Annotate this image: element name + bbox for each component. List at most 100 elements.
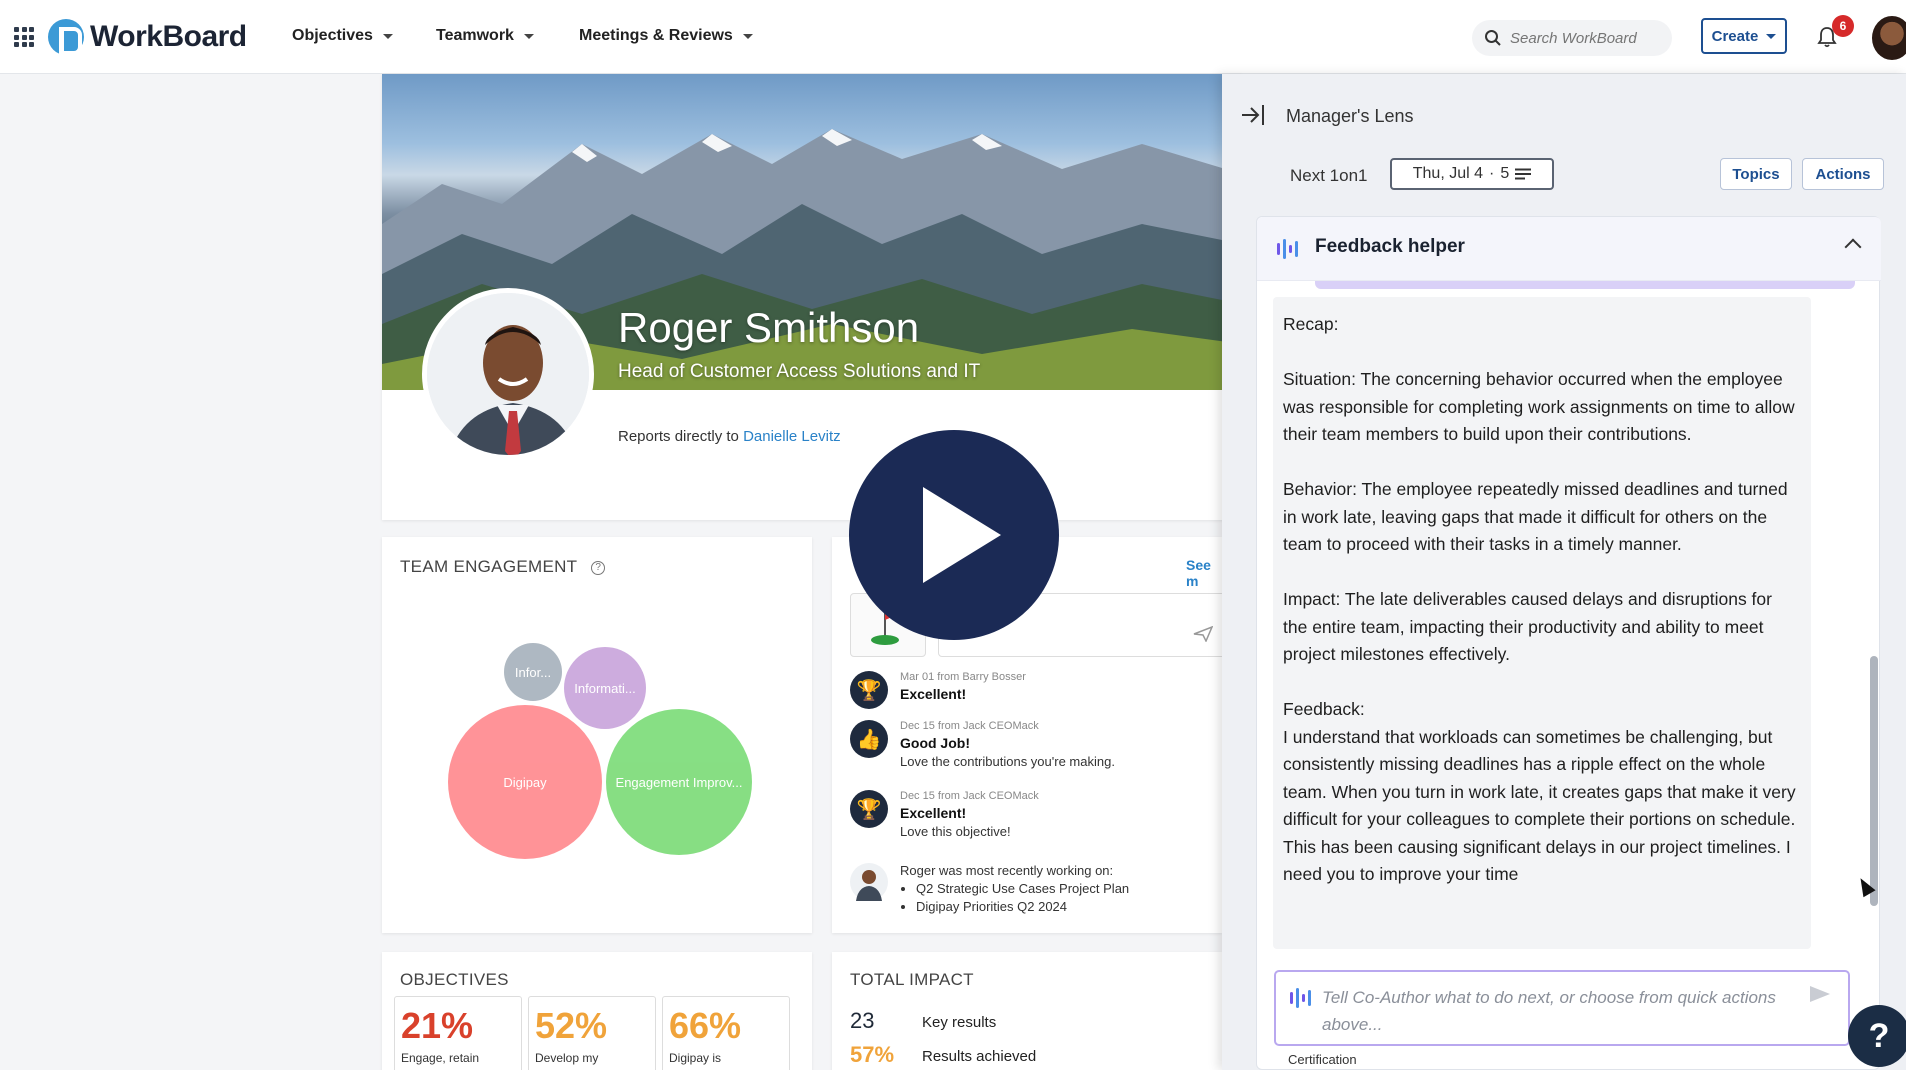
divider bbox=[1315, 281, 1855, 289]
engagement-bubble-label: Infor... bbox=[514, 664, 552, 680]
nav-objectives[interactable]: Objectives bbox=[292, 27, 393, 45]
engagement-bubble[interactable]: Informati... bbox=[564, 647, 646, 729]
manager-link[interactable]: Danielle Levitz bbox=[743, 428, 841, 445]
play-button[interactable] bbox=[849, 430, 1059, 640]
chevron-down-icon bbox=[1766, 33, 1777, 39]
impact-label: Key results bbox=[922, 1014, 997, 1031]
search-icon bbox=[1485, 30, 1501, 46]
impact-value: 23 bbox=[850, 1008, 875, 1033]
chevron-down-icon bbox=[382, 33, 393, 39]
feed-item[interactable]: 🏆 Mar 01 from Barry Bosser Excellent! bbox=[850, 671, 1026, 709]
trophy-icon: 🏆 bbox=[850, 671, 888, 709]
working-on-list: Q2 Strategic Use Cases Project Plan Digi… bbox=[900, 881, 1129, 914]
feed-meta: Mar 01 from Barry Bosser bbox=[900, 671, 1026, 683]
engagement-bubble[interactable]: Engagement Improv... bbox=[606, 709, 752, 855]
team-engagement-title: TEAM ENGAGEMENT? bbox=[400, 557, 606, 577]
impact-label: Results achieved bbox=[922, 1048, 1037, 1065]
feed-body: Love the contributions you're making. bbox=[900, 754, 1115, 769]
objective-tile[interactable]: 52% Develop my bbox=[528, 996, 656, 1070]
engagement-bubble[interactable]: Digipay bbox=[448, 705, 602, 859]
feed-item[interactable]: 🏆 Dec 15 from Jack CEOMack Excellent! Lo… bbox=[850, 790, 1039, 839]
create-button[interactable]: Create bbox=[1701, 18, 1787, 54]
help-circle-icon[interactable]: ? bbox=[591, 561, 606, 575]
team-engagement-title-text: TEAM ENGAGEMENT bbox=[400, 557, 578, 576]
co-author-icon bbox=[1290, 988, 1311, 1008]
search-box[interactable] bbox=[1472, 20, 1672, 56]
total-impact-card: TOTAL IMPACT 23 Key results 57% Results … bbox=[832, 952, 1222, 1070]
objective-label: Digipay is bbox=[669, 1051, 722, 1065]
actions-button[interactable]: Actions bbox=[1802, 158, 1884, 190]
nav-meetings-reviews[interactable]: Meetings & Reviews bbox=[579, 27, 753, 45]
feedback-helper-header[interactable]: Feedback helper bbox=[1257, 217, 1881, 281]
footer-fragment: Certification bbox=[1288, 1052, 1357, 1067]
chevron-up-icon[interactable] bbox=[1844, 238, 1862, 256]
feed-meta: Dec 15 from Jack CEOMack bbox=[900, 790, 1039, 802]
send-icon[interactable] bbox=[1810, 986, 1830, 1002]
send-icon[interactable] bbox=[1193, 626, 1213, 642]
objectives-card: OBJECTIVES 21% Engage, retain 52% Develo… bbox=[382, 952, 812, 1070]
thumbs-up-icon: 👍 bbox=[850, 720, 888, 758]
see-more-link[interactable]: See m bbox=[1186, 557, 1222, 589]
topics-button[interactable]: Topics bbox=[1720, 158, 1792, 190]
date-text: Thu, Jul 4 bbox=[1412, 165, 1484, 182]
objective-percent: 52% bbox=[535, 1005, 608, 1046]
app-grid-icon[interactable] bbox=[14, 27, 34, 47]
panel-title: Manager's Lens bbox=[1286, 106, 1414, 126]
profile-title: Head of Customer Access Solutions and IT bbox=[618, 361, 981, 382]
co-author-input[interactable]: Tell Co-Author what to do next, or choos… bbox=[1274, 970, 1850, 1046]
list-item[interactable]: Digipay Priorities Q2 2024 bbox=[916, 899, 1129, 914]
person-avatar-icon bbox=[856, 870, 882, 901]
profile-name: Roger Smithson bbox=[618, 304, 920, 351]
working-on-text: Roger was most recently working on: bbox=[900, 863, 1114, 878]
chevron-down-icon bbox=[523, 33, 534, 39]
feed-headline: Excellent! bbox=[900, 686, 967, 702]
team-engagement-card: TEAM ENGAGEMENT? Infor... Informati... D… bbox=[382, 537, 812, 933]
feedback-helper-title: Feedback helper bbox=[1315, 236, 1465, 257]
workboard-logo[interactable]: WorkBoard bbox=[48, 19, 247, 55]
feed-headline: Excellent! bbox=[900, 805, 967, 821]
nav-teamwork[interactable]: Teamwork bbox=[436, 27, 534, 45]
feed-item[interactable]: 👍 Dec 15 from Jack CEOMack Good Job! Lov… bbox=[850, 720, 1115, 769]
nav-teamwork-label: Teamwork bbox=[436, 27, 514, 44]
scrollbar[interactable] bbox=[1870, 656, 1878, 906]
feed-item-working-on[interactable]: Roger was most recently working on: Q2 S… bbox=[850, 863, 1129, 914]
person-portrait bbox=[427, 293, 589, 455]
objective-percent: 66% bbox=[669, 1005, 742, 1046]
objective-percent: 21% bbox=[401, 1005, 474, 1046]
feed-meta: Dec 15 from Jack CEOMack bbox=[900, 720, 1039, 732]
collapse-panel-icon[interactable] bbox=[1240, 104, 1266, 126]
co-author-icon bbox=[1277, 239, 1298, 259]
chevron-down-icon bbox=[742, 33, 753, 39]
profile-photo bbox=[422, 288, 594, 460]
engagement-bubble-label: Digipay bbox=[503, 774, 547, 790]
nav-objectives-label: Objectives bbox=[292, 27, 373, 44]
objective-tile[interactable]: 66% Digipay is bbox=[662, 996, 790, 1070]
co-author-placeholder: Tell Co-Author what to do next, or choos… bbox=[1322, 988, 1776, 1034]
trophy-icon: 🏆 bbox=[850, 790, 888, 828]
user-avatar[interactable] bbox=[1872, 16, 1906, 60]
list-item[interactable]: Q2 Strategic Use Cases Project Plan bbox=[916, 881, 1129, 896]
feedback-helper-card: Feedback helper Recap: Situation: The co… bbox=[1256, 216, 1881, 1070]
search-input[interactable] bbox=[1510, 29, 1670, 47]
engagement-bubble-label: Engagement Improv... bbox=[615, 774, 743, 790]
engagement-bubble-label: Informati... bbox=[574, 680, 636, 696]
objective-tile[interactable]: 21% Engage, retain bbox=[394, 996, 522, 1070]
feed-headline: Good Job! bbox=[900, 735, 970, 751]
nav-meetings-reviews-label: Meetings & Reviews bbox=[579, 27, 733, 44]
date-separator: · bbox=[1489, 165, 1495, 182]
help-button[interactable]: ? bbox=[1848, 1005, 1906, 1067]
notification-badge: 6 bbox=[1832, 15, 1854, 37]
total-impact-title: TOTAL IMPACT bbox=[850, 970, 974, 989]
top-nav: WorkBoard Objectives Teamwork Meetings &… bbox=[0, 0, 1906, 74]
objective-label: Engage, retain bbox=[401, 1051, 480, 1065]
objectives-title: OBJECTIVES bbox=[400, 970, 509, 989]
objective-label: Develop my bbox=[535, 1051, 599, 1065]
managers-lens-panel: Manager's Lens Next 1on1 Thu, Jul 4 · 5 … bbox=[1222, 74, 1906, 1070]
avatar bbox=[850, 863, 888, 901]
engagement-bubble[interactable]: Infor... bbox=[504, 643, 562, 701]
reports-to: Reports directly to Danielle Levitz bbox=[618, 428, 841, 445]
agenda-count: 5 bbox=[1500, 165, 1510, 182]
list-icon bbox=[1515, 168, 1532, 180]
next-1on1-date[interactable]: Thu, Jul 4 · 5 bbox=[1390, 158, 1554, 190]
app-name: WorkBoard bbox=[90, 20, 247, 53]
